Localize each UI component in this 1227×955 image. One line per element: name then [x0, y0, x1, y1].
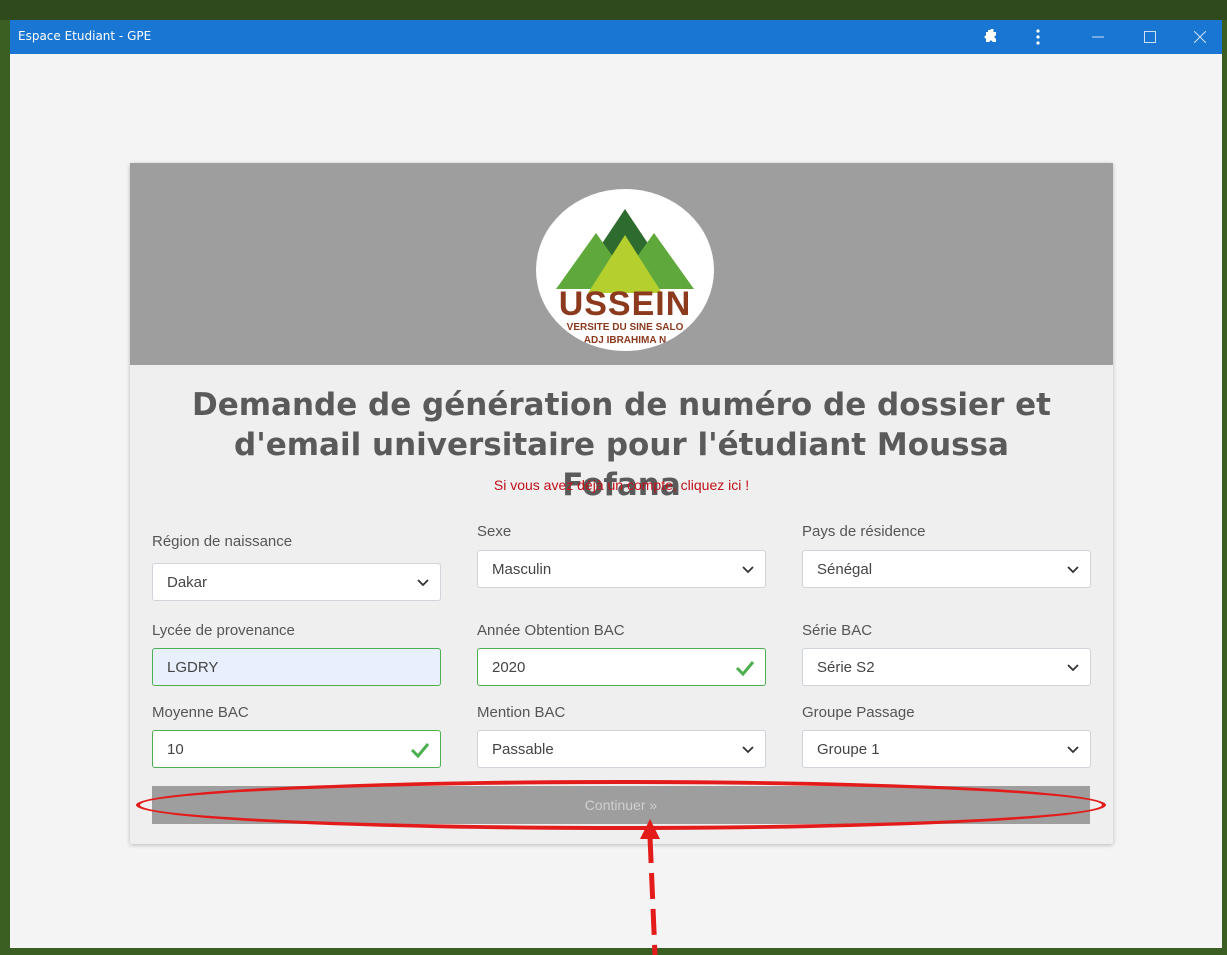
annee-value: 2020 [492, 658, 526, 676]
lycee-value: LGDRY [167, 658, 219, 676]
logo-subtitle-2: ADJ IBRAHIMA N [583, 335, 667, 346]
chevron-down-icon [1067, 566, 1079, 574]
pays-select[interactable]: Sénégal [802, 550, 1091, 588]
close-icon[interactable] [1180, 20, 1220, 54]
annee-label: Année Obtention BAC [477, 622, 625, 639]
more-vert-icon[interactable] [1018, 20, 1058, 54]
annee-input[interactable]: 2020 [477, 648, 766, 686]
region-select[interactable]: Dakar [152, 563, 441, 601]
region-label: Région de naissance [152, 533, 293, 550]
sexe-value: Masculin [492, 560, 552, 578]
lycee-input[interactable]: LGDRY [152, 648, 441, 686]
groupe-value: Groupe 1 [817, 740, 880, 758]
pays-value: Sénégal [817, 560, 873, 578]
chevron-down-icon [1067, 746, 1079, 754]
serie-label: Série BAC [802, 622, 873, 639]
logo-subtitle-1: VERSITE DU SINE SALO [566, 322, 684, 333]
card-header: USSEIN VERSITE DU SINE SALO ADJ IBRAHIMA… [130, 163, 1113, 365]
pays-label: Pays de résidence [802, 523, 926, 540]
check-icon [735, 661, 755, 677]
puzzle-icon[interactable] [970, 20, 1010, 54]
annotation-arrow [640, 819, 660, 955]
serie-select[interactable]: Série S2 [802, 648, 1091, 686]
sexe-label: Sexe [477, 523, 512, 540]
chevron-down-icon [417, 579, 429, 587]
login-link[interactable]: Si vous avez déjà un compte, cliquez ici… [130, 477, 1113, 493]
serie-value: Série S2 [817, 658, 875, 676]
mention-label: Mention BAC [477, 704, 566, 721]
moyenne-input[interactable]: 10 [152, 730, 441, 768]
registration-card: USSEIN VERSITE DU SINE SALO ADJ IBRAHIMA… [130, 163, 1113, 844]
chevron-down-icon [742, 746, 754, 754]
desktop-strip [0, 0, 1227, 20]
groupe-select[interactable]: Groupe 1 [802, 730, 1091, 768]
ussein-logo: USSEIN VERSITE DU SINE SALO ADJ IBRAHIMA… [536, 189, 714, 351]
region-value: Dakar [167, 573, 208, 591]
mention-value: Passable [492, 740, 554, 758]
mention-select[interactable]: Passable [477, 730, 766, 768]
chevron-down-icon [1067, 664, 1079, 672]
check-icon [410, 743, 430, 759]
chevron-down-icon [742, 566, 754, 574]
moyenne-value: 10 [167, 740, 184, 758]
logo-name: USSEIN [558, 285, 692, 323]
moyenne-label: Moyenne BAC [152, 704, 249, 721]
title-bar: Espace Etudiant - GPE [10, 20, 1222, 54]
window-title: Espace Etudiant - GPE [18, 29, 152, 43]
lycee-label: Lycée de provenance [152, 622, 295, 639]
sexe-select[interactable]: Masculin [477, 550, 766, 588]
groupe-label: Groupe Passage [802, 704, 915, 721]
maximize-icon[interactable] [1130, 20, 1170, 54]
minimize-icon[interactable] [1078, 20, 1118, 54]
